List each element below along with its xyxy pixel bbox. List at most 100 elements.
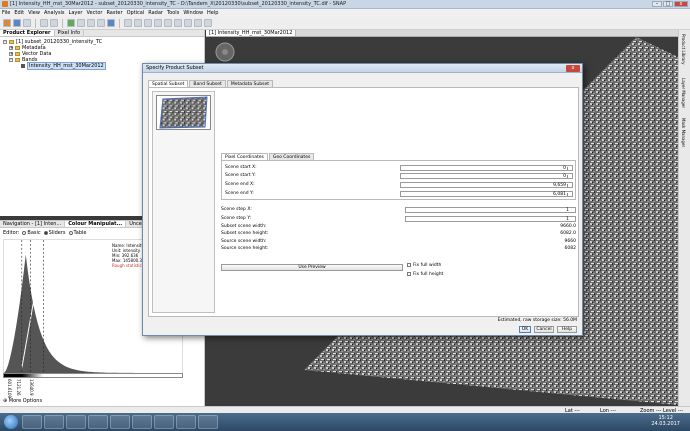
band-maths-icon[interactable] [67,19,75,27]
fix-full-height-checkbox[interactable]: Fix full height [407,271,443,277]
menu-tools[interactable]: Tools [167,10,179,16]
menu-help[interactable]: Help [207,10,218,16]
pin-icon[interactable] [87,19,95,27]
taskbar-word[interactable] [110,415,130,429]
source-height-label: Source scene height: [221,246,269,251]
menu-layer[interactable]: Layer [69,10,83,16]
menu-vector[interactable]: Vector [87,10,103,16]
more-options[interactable]: ⊕ More Options [3,398,42,404]
subset-width-row: Subset scene width: 9660.0 [221,224,576,230]
tab-navigation[interactable]: Navigation - [1] Inten... [0,221,66,227]
gcp-icon[interactable] [77,19,85,27]
tab-band-subset[interactable]: Band Subset [189,80,226,87]
slider-value-min[interactable]: 601.6109 [7,379,12,398]
tab-geo-coordinates[interactable]: Geo Coordinates [268,153,315,160]
start-button[interactable] [4,415,18,429]
scene-start-y-field[interactable]: 0 [400,172,573,179]
world-map-icon[interactable] [124,19,132,27]
editor-label: Editor: [3,230,20,236]
layer-manager-tab[interactable]: Layer Manager [681,78,686,108]
redo-icon[interactable] [50,19,58,27]
radio-basic[interactable]: Basic [22,230,41,236]
subset-height-row: Subset scene height: 6082.0 [221,231,576,237]
scene-end-y-label: Scene end Y: [225,191,254,196]
mask-manager-tab[interactable]: Mask Manager [681,118,686,147]
menu-edit[interactable]: Edit [14,10,24,16]
undo-icon[interactable] [40,19,48,27]
window-controls: – □ x [652,1,688,7]
explorer-tabs: Product Explorer Pixel Info [0,30,204,37]
tab-colour-manipulation[interactable]: Colour Manipulat... [65,221,127,227]
scene-end-x-field[interactable]: 9,659 [400,181,573,188]
menu-window[interactable]: Window [183,10,203,16]
expand-icon[interactable]: + [9,52,13,56]
product-library-tab[interactable]: Product Library [681,34,686,64]
slider-value-mid[interactable]: 7121.26 [16,379,21,396]
draw-rect-icon[interactable] [174,19,182,27]
subset-thumbnail[interactable] [156,95,211,130]
scene-step-x-field[interactable]: 1 [404,206,576,213]
menu-raster[interactable]: Raster [106,10,122,16]
range-finder-icon[interactable] [204,19,212,27]
zoom-tool-icon[interactable] [134,19,142,27]
checkbox-icon[interactable] [407,272,411,276]
toolbar-separator [35,18,36,28]
system-clock[interactable]: 15:12 24.03.2017 [651,415,680,427]
tab-spatial-subset[interactable]: Spatial Subset [148,80,189,87]
source-height-row: Source scene height: 6082 [221,246,576,252]
cancel-button[interactable]: Cancel [534,326,554,333]
menu-view[interactable]: View [28,10,40,16]
dialog-buttons: OK Cancel Help [519,326,577,333]
collapse-icon[interactable]: - [3,40,7,44]
taskbar-explorer[interactable] [22,415,42,429]
tab-pixel-coordinates[interactable]: Pixel Coordinates [221,153,268,160]
import-icon[interactable] [23,19,31,27]
maximize-button[interactable]: □ [663,1,673,7]
close-button[interactable]: x [674,1,688,7]
dialog-close-button[interactable]: x [566,65,580,72]
scene-start-x-field[interactable]: 0 [400,164,573,171]
draw-polygon-icon[interactable] [184,19,192,27]
radio-sliders[interactable]: Sliders [43,230,66,236]
pan-tool-icon[interactable] [144,19,152,27]
tab-metadata-subset[interactable]: Metadata Subset [226,80,273,87]
scene-end-x-row: Scene end X: 9,659 [225,181,573,188]
collapse-icon[interactable]: - [9,58,13,62]
scene-step-y-field[interactable]: 1 [404,215,576,222]
select-tool-icon[interactable] [154,19,162,27]
taskbar-chrome[interactable] [88,415,108,429]
menu-optical[interactable]: Optical [127,10,145,16]
subset-height-label: Subset scene height: [221,231,269,236]
taskbar-acrobat[interactable] [154,415,174,429]
taskbar-media-player[interactable] [44,415,64,429]
menu-radar[interactable]: Radar [148,10,163,16]
taskbar-outlook[interactable] [66,415,86,429]
taskbar-app[interactable] [198,415,218,429]
tab-image-view[interactable]: [1] Intensity_HH_mst_30Mar2012 [206,30,297,36]
magic-wand-icon[interactable] [194,19,202,27]
menu-file[interactable]: File [2,10,10,16]
fix-full-width-checkbox[interactable]: Fix full width [407,262,441,268]
graph-builder-icon[interactable] [97,19,105,27]
tab-pixel-info[interactable]: Pixel Info [55,30,85,36]
menu-analysis[interactable]: Analysis [44,10,65,16]
scene-end-y-field[interactable]: 6,081 [400,190,573,197]
batch-icon[interactable] [107,19,115,27]
minimize-button[interactable]: – [652,1,662,7]
checkbox-icon[interactable] [407,263,411,267]
use-preview-button[interactable]: Use Preview [221,264,403,271]
open-product-icon[interactable] [3,19,11,27]
tab-product-explorer[interactable]: Product Explorer [0,30,55,36]
ok-button[interactable]: OK [519,326,531,333]
source-width-value: 9660 [564,239,576,244]
radio-table[interactable]: Table [68,230,86,236]
taskbar-snap[interactable] [176,415,196,429]
dialog-title: Specify Product Subset [146,65,204,71]
save-icon[interactable] [13,19,21,27]
spatial-subset-content: Pixel Coordinates Geo Coordinates Scene … [148,87,579,317]
help-button[interactable]: Help [557,326,577,333]
draw-line-icon[interactable] [164,19,172,27]
taskbar-excel[interactable] [132,415,152,429]
slider-value-max[interactable]: 13640.9 [29,379,34,396]
expand-icon[interactable]: + [9,46,13,50]
